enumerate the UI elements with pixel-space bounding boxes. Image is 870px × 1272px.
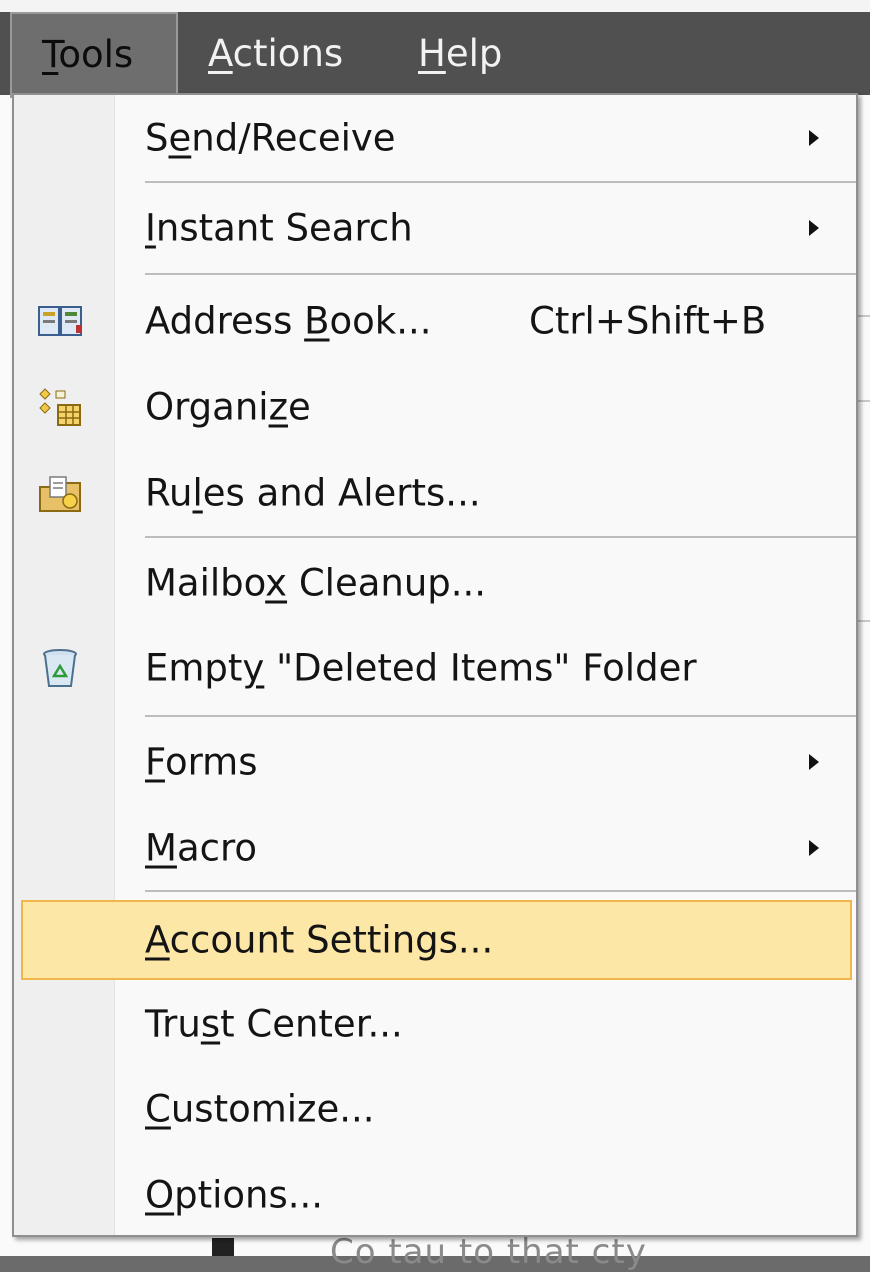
submenu-arrow-icon	[809, 754, 819, 770]
menu-item-label: Forms	[145, 740, 258, 784]
menu-item-account-settings[interactable]: Account Settings...	[21, 900, 852, 980]
menu-separator	[145, 890, 856, 892]
menu-item-label: Mailbox Cleanup...	[145, 561, 487, 605]
menu-item-forms[interactable]: Forms	[14, 722, 856, 802]
menu-item-rules-alerts[interactable]: Rules and Alerts...	[14, 453, 856, 533]
shortcut-text: Ctrl+Shift+B	[529, 299, 767, 343]
menu-item-empty-deleted-items[interactable]: Empty "Deleted Items" Folder	[14, 628, 856, 708]
menu-item-label: Account Settings...	[145, 918, 494, 962]
menu-item-label: Options...	[145, 1173, 324, 1217]
menu-separator	[145, 273, 856, 275]
menu-item-label: Trust Center...	[145, 1002, 403, 1046]
menu-item-label: Empty "Deleted Items" Folder	[145, 646, 697, 690]
menu-actions-accel: A	[208, 32, 233, 75]
menu-item-label: Instant Search	[145, 206, 413, 250]
menu-tools-label: ools	[58, 33, 134, 76]
menu-separator	[145, 715, 856, 717]
submenu-arrow-icon	[809, 840, 819, 856]
menu-bar-top-edge	[0, 0, 870, 12]
menu-help-accel: H	[418, 32, 446, 75]
menu-separator	[145, 536, 856, 538]
submenu-arrow-icon	[809, 130, 819, 146]
menu-item-label: Organize	[145, 385, 311, 429]
tools-dropdown-menu: Send/Receive Instant Search Address Book…	[12, 93, 858, 1237]
background-divider	[858, 620, 870, 622]
rules-alerts-icon	[36, 471, 84, 515]
recycle-bin-icon	[36, 646, 84, 690]
menu-item-macro[interactable]: Macro	[14, 808, 856, 888]
menu-item-organize[interactable]: Organize	[14, 367, 856, 447]
address-book-icon	[36, 299, 84, 343]
menu-item-mailbox-cleanup[interactable]: Mailbox Cleanup...	[14, 543, 856, 623]
menu-item-instant-search[interactable]: Instant Search	[14, 188, 856, 268]
background-divider	[858, 400, 870, 402]
menu-tools-accel: T	[42, 33, 59, 76]
menu-item-label: Address Book...	[145, 299, 432, 343]
background-divider	[858, 315, 870, 317]
menu-bar: Tools Actions Help	[0, 0, 870, 98]
menu-item-customize[interactable]: Customize...	[14, 1069, 856, 1149]
menu-item-label: Send/Receive	[145, 116, 396, 160]
menu-item-trust-center[interactable]: Trust Center...	[14, 984, 856, 1064]
background-icon	[212, 1238, 234, 1256]
menu-help[interactable]: Help	[418, 14, 502, 94]
menu-item-label: Macro	[145, 826, 257, 870]
menu-item-options[interactable]: Options...	[14, 1155, 856, 1235]
menu-item-send-receive[interactable]: Send/Receive	[14, 98, 856, 178]
menu-separator	[145, 181, 856, 183]
organize-icon	[36, 385, 84, 429]
menu-actions-label: ctions	[232, 32, 344, 75]
submenu-arrow-icon	[809, 220, 819, 236]
menu-tools[interactable]: Tools	[10, 12, 178, 98]
menu-item-address-book[interactable]: Address Book... Ctrl+Shift+B	[14, 281, 856, 361]
menu-item-label: Customize...	[145, 1087, 375, 1131]
menu-help-label: elp	[445, 32, 503, 75]
menu-item-label: Rules and Alerts...	[145, 471, 481, 515]
menu-actions[interactable]: Actions	[208, 14, 343, 94]
background-text: Co tau to that cty	[330, 1232, 647, 1272]
